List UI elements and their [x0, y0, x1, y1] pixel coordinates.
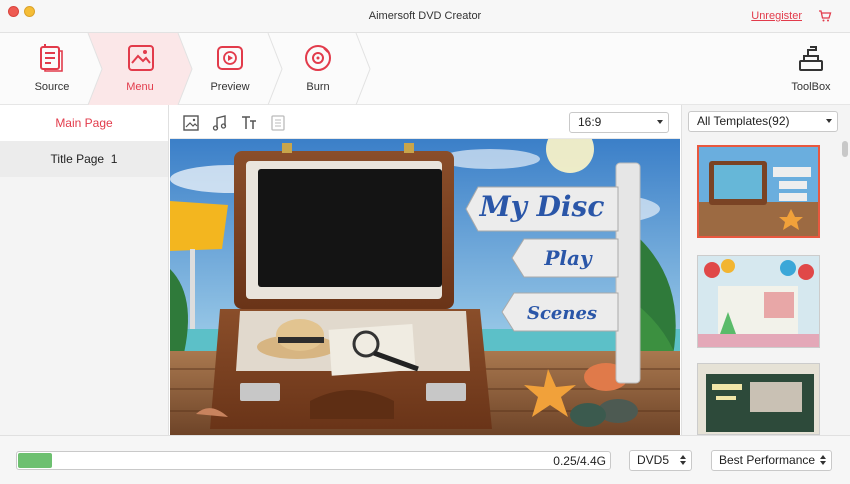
- status-bar: 0.25/4.4G DVD5 Best Performance: [0, 435, 850, 484]
- disc-usage-fill: [18, 453, 52, 468]
- quality-value: Best Performance: [719, 453, 816, 467]
- template-thumbnail[interactable]: [697, 145, 820, 238]
- beach-template-image: [699, 147, 818, 236]
- toolbox-button[interactable]: ToolBox: [778, 33, 844, 105]
- template-filter-select[interactable]: All Templates(92): [688, 111, 838, 132]
- step-label-source: Source: [34, 81, 70, 93]
- disc-type-select[interactable]: DVD5: [629, 450, 692, 471]
- title-bar: Aimersoft DVD Creator Unregister: [0, 0, 850, 33]
- disc-title-label[interactable]: My Disc: [479, 190, 605, 223]
- aspect-ratio-value: 16:9: [578, 115, 602, 129]
- title-page-item[interactable]: Title Page 1: [0, 141, 168, 177]
- window-title: Aimersoft DVD Creator: [368, 10, 482, 22]
- menu-icon: [128, 45, 154, 71]
- step-burn[interactable]: Burn: [280, 33, 356, 105]
- updown-arrows-icon: [820, 455, 826, 465]
- beach-suitcase-scene: My Disc Play Scenes: [170, 139, 680, 435]
- toolbox-label: ToolBox: [791, 81, 831, 93]
- quality-select[interactable]: Best Performance: [711, 450, 832, 471]
- step-label-menu: Menu: [126, 81, 154, 93]
- menu-preview[interactable]: My Disc Play Scenes: [170, 139, 680, 435]
- template-thumbnail[interactable]: [697, 363, 820, 435]
- step-label-burn: Burn: [306, 81, 330, 93]
- menu-edit-toolbar: 16:9: [170, 105, 680, 139]
- title-page-label: Title Page: [50, 152, 105, 166]
- background-image-icon[interactable]: [182, 114, 200, 132]
- disc-usage-bar: 0.25/4.4G: [16, 451, 611, 470]
- scenes-menu-label[interactable]: Scenes: [527, 303, 597, 324]
- unregister-link[interactable]: Unregister: [751, 10, 802, 22]
- chevron-down-icon: [826, 119, 832, 123]
- updown-arrows-icon: [680, 455, 686, 465]
- preview-icon: [217, 46, 243, 70]
- disc-type-value: DVD5: [637, 453, 670, 467]
- title-page-count: 1: [110, 152, 118, 166]
- aspect-ratio-select[interactable]: 16:9: [569, 112, 669, 133]
- chevron-down-icon: [657, 120, 663, 124]
- music-icon[interactable]: [211, 114, 229, 132]
- template-panel: All Templates(92): [681, 105, 850, 435]
- workflow-toolbar: Source Menu Preview Burn ToolBox: [0, 33, 850, 105]
- chapter-icon[interactable]: [269, 114, 287, 132]
- burn-icon: [305, 45, 331, 71]
- text-icon[interactable]: [240, 114, 258, 132]
- play-menu-label[interactable]: Play: [543, 246, 593, 270]
- main-page-item[interactable]: Main Page: [0, 105, 168, 141]
- school-template-image: [698, 364, 819, 434]
- source-icon: [40, 44, 63, 72]
- step-menu[interactable]: Menu: [102, 33, 178, 105]
- disc-usage-text: 0.25/4.4G: [553, 454, 606, 468]
- template-thumbnail[interactable]: [697, 255, 820, 348]
- template-scrollbar[interactable]: [842, 141, 848, 157]
- cart-icon[interactable]: [818, 9, 832, 23]
- page-list-panel: Main Page Title Page 1: [0, 105, 169, 435]
- template-filter-value: All Templates(92): [697, 114, 790, 128]
- step-preview[interactable]: Preview: [192, 33, 268, 105]
- party-template-image: [698, 256, 819, 347]
- toolbox-icon: [799, 46, 823, 71]
- step-label-preview: Preview: [210, 81, 250, 93]
- step-source[interactable]: Source: [14, 33, 90, 105]
